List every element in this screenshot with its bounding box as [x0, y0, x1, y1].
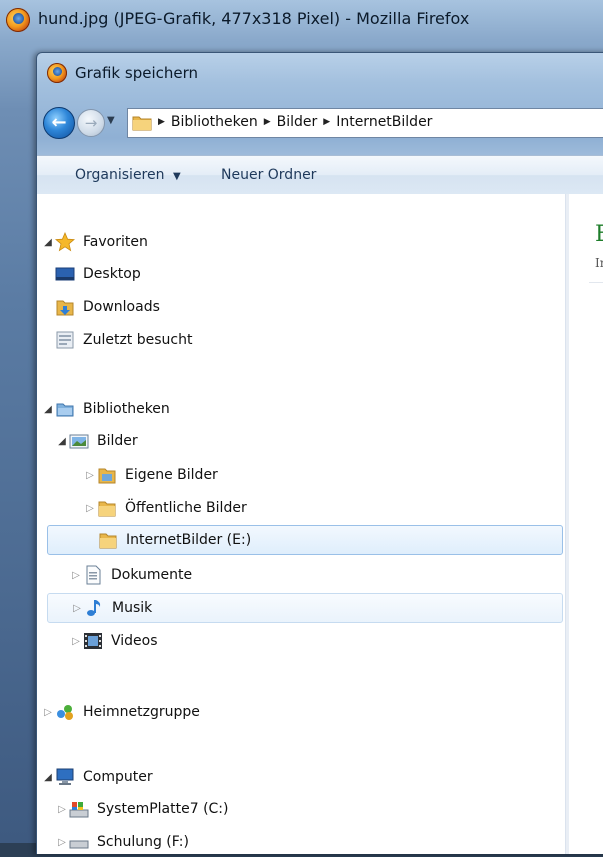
music-note-icon	[87, 600, 101, 616]
tree-item-label: Bibliotheken	[83, 401, 170, 417]
collapsed-arrow-icon[interactable]: ▷	[83, 470, 97, 481]
tree-item-drive-f[interactable]: ▷ Schulung (F:)	[55, 827, 189, 857]
library-subtitle: Ir	[595, 256, 603, 270]
recent-places-icon	[56, 331, 74, 349]
folder-icon	[98, 468, 116, 484]
expanded-arrow-icon[interactable]: ◢	[41, 404, 55, 415]
library-heading: E	[595, 222, 603, 247]
firefox-icon	[47, 63, 67, 83]
tree-item-recent-places[interactable]: Zuletzt besucht	[55, 325, 192, 355]
tree-item-pictures[interactable]: ◢ Bilder	[55, 426, 138, 456]
tree-item-label: Heimnetzgruppe	[83, 704, 200, 720]
tree-item-label: Eigene Bilder	[125, 467, 218, 483]
breadcrumb-arrow-icon[interactable]: ▶	[264, 117, 271, 127]
tree-item-label: Schulung (F:)	[97, 834, 189, 850]
firefox-titlebar: hund.jpg (JPEG-Grafik, 477x318 Pixel) - …	[0, 0, 603, 40]
expanded-arrow-icon[interactable]: ◢	[41, 237, 55, 248]
folder-icon	[98, 501, 116, 517]
chevron-down-icon: ▼	[107, 115, 115, 126]
organize-button[interactable]: Organisieren ▼	[75, 167, 181, 183]
system-drive-icon	[69, 802, 89, 818]
tree-item-label: Musik	[112, 600, 153, 616]
tree-item-homegroup[interactable]: ▷ Heimnetzgruppe	[41, 697, 200, 727]
address-bar[interactable]: ▶ Bibliotheken ▶ Bilder ▶ InternetBilder	[127, 108, 603, 138]
documents-icon	[86, 565, 101, 585]
tree-item-label: Desktop	[83, 266, 141, 282]
tree-item-libraries[interactable]: ◢ Bibliotheken	[41, 394, 170, 424]
tree-item-label: Zuletzt besucht	[83, 332, 193, 348]
tree-item-label: Computer	[83, 769, 153, 785]
collapsed-arrow-icon[interactable]: ▷	[41, 707, 55, 718]
breadcrumb-arrow-icon[interactable]: ▶	[158, 117, 165, 127]
tree-item-downloads[interactable]: Downloads	[55, 292, 160, 322]
dialog-titlebar: Grafik speichern	[37, 53, 603, 93]
folder-icon	[132, 116, 152, 131]
firefox-icon	[6, 8, 30, 32]
tree-item-documents[interactable]: ▷ Dokumente	[69, 560, 192, 590]
chevron-down-icon: ▼	[172, 171, 181, 182]
collapsed-arrow-icon[interactable]: ▷	[70, 603, 84, 614]
drive-icon	[69, 840, 89, 849]
arrow-right-icon: →	[84, 114, 98, 132]
navigation-bar: ← → ▼ ▶ Bibliotheken ▶ Bilder ▶ Internet…	[37, 103, 603, 143]
tree-item-label: Öffentliche Bilder	[125, 500, 247, 516]
recent-pages-dropdown[interactable]: ▼	[107, 115, 119, 127]
tree-item-label: Downloads	[83, 299, 160, 315]
collapsed-arrow-icon[interactable]: ▷	[55, 804, 69, 815]
tree-item-oeffentliche-bilder[interactable]: ▷ Öffentliche Bilder	[83, 493, 247, 523]
pictures-library-icon	[69, 434, 89, 449]
tree-item-label: Dokumente	[111, 567, 193, 583]
save-image-dialog: Grafik speichern ← → ▼ ▶ Bibliotheken ▶ …	[36, 52, 603, 854]
collapsed-arrow-icon[interactable]: ▷	[83, 503, 97, 514]
divider	[589, 282, 603, 283]
downloads-folder-icon	[56, 300, 74, 316]
film-icon	[84, 633, 102, 649]
tree-item-label: Bilder	[97, 433, 138, 449]
back-button[interactable]: ←	[43, 107, 75, 139]
tree-item-drive-c[interactable]: ▷ SystemPlatte7 (C:)	[55, 794, 228, 824]
command-bar: Organisieren ▼ Neuer Ordner	[37, 155, 603, 195]
computer-icon	[56, 768, 74, 785]
tree-item-label: InternetBilder (E:)	[126, 532, 252, 548]
folder-icon	[99, 533, 117, 549]
firefox-window-title: hund.jpg (JPEG-Grafik, 477x318 Pixel) - …	[38, 9, 470, 28]
collapsed-arrow-icon[interactable]: ▷	[55, 837, 69, 848]
tree-item-internetbilder[interactable]: InternetBilder (E:)	[47, 525, 563, 555]
collapsed-arrow-icon[interactable]: ▷	[69, 636, 83, 647]
arrow-left-icon: ←	[51, 112, 67, 133]
tree-item-label: Favoriten	[83, 234, 148, 250]
star-icon	[55, 232, 75, 252]
organize-label: Organisieren	[75, 167, 165, 183]
forward-button[interactable]: →	[77, 109, 105, 137]
collapsed-arrow-icon[interactable]: ▷	[69, 570, 83, 581]
tree-item-favorites[interactable]: ◢ Favoriten	[41, 227, 148, 257]
firefox-window: hund.jpg (JPEG-Grafik, 477x318 Pixel) - …	[0, 0, 603, 854]
breadcrumb-item-internetbilder[interactable]: InternetBilder	[336, 114, 432, 130]
new-folder-button[interactable]: Neuer Ordner	[221, 167, 316, 183]
tree-item-label: SystemPlatte7 (C:)	[97, 801, 229, 817]
homegroup-icon	[57, 705, 73, 720]
breadcrumb-arrow-icon[interactable]: ▶	[323, 117, 330, 127]
dialog-title: Grafik speichern	[75, 64, 199, 82]
breadcrumb: ▶ Bibliotheken ▶ Bilder ▶ InternetBilder	[158, 114, 432, 130]
tree-item-eigene-bilder[interactable]: ▷ Eigene Bilder	[83, 460, 218, 490]
tree-item-videos[interactable]: ▷ Videos	[69, 626, 158, 656]
tree-item-label: Videos	[111, 633, 158, 649]
desktop-icon	[55, 267, 75, 281]
breadcrumb-item-bilder[interactable]: Bilder	[277, 114, 318, 130]
dialog-body: ◢ Favoriten Desktop Downloads Zuletzt be…	[37, 194, 603, 854]
tree-item-computer[interactable]: ◢ Computer	[41, 762, 153, 792]
file-list-pane: E Ir	[569, 194, 603, 854]
tree-item-desktop[interactable]: Desktop	[55, 259, 141, 289]
expanded-arrow-icon[interactable]: ◢	[55, 436, 69, 447]
tree-item-music[interactable]: ▷ Musik	[47, 593, 563, 623]
navigation-pane: ◢ Favoriten Desktop Downloads Zuletzt be…	[37, 194, 565, 854]
breadcrumb-item-bibliotheken[interactable]: Bibliotheken	[171, 114, 258, 130]
libraries-icon	[56, 403, 74, 417]
expanded-arrow-icon[interactable]: ◢	[41, 772, 55, 783]
